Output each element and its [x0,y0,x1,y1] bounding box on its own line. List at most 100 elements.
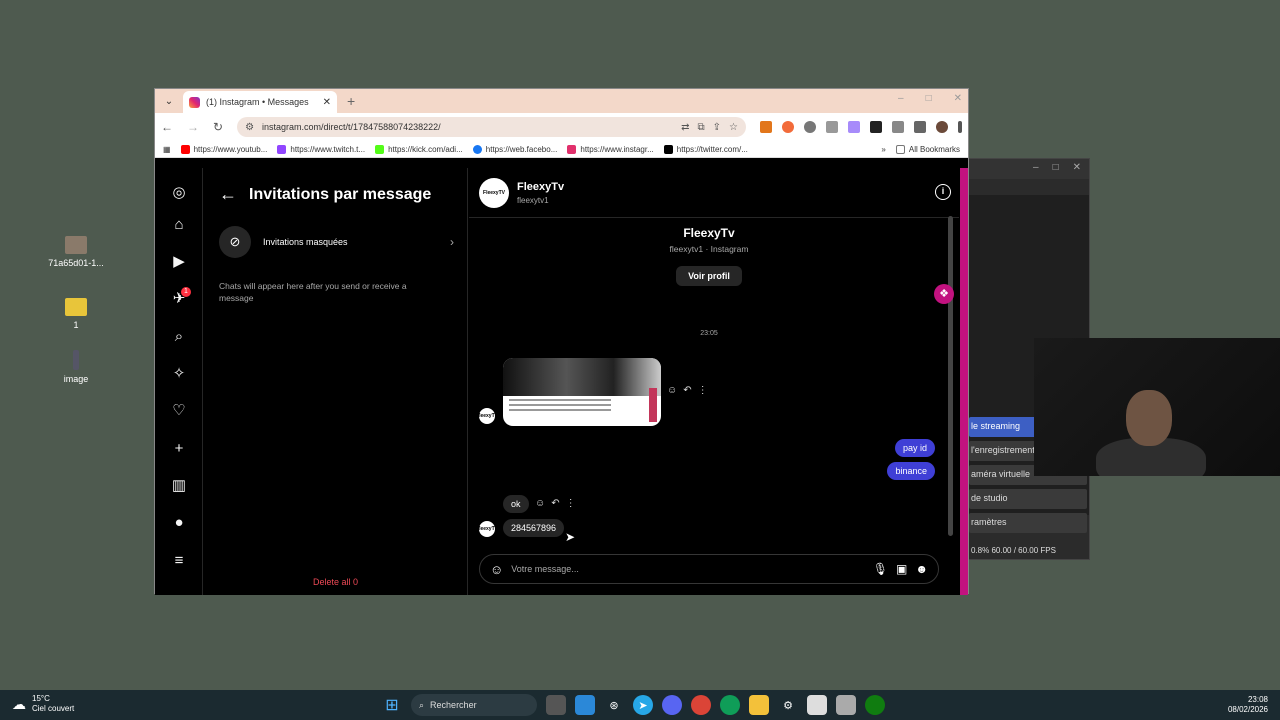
reply-icon[interactable]: ↶ [551,498,559,509]
image-upload-icon[interactable]: ▣ [896,562,907,576]
extension-icon[interactable] [782,121,794,133]
incoming-message[interactable]: 284567896 [503,519,565,537]
close-tab-icon[interactable]: ✕ [323,97,331,108]
task-view-icon[interactable] [546,695,566,715]
store-icon[interactable] [807,695,827,715]
tab-instagram[interactable]: (1) Instagram • Messages ✕ [183,91,337,113]
bookmark-youtube[interactable]: https://www.youtub... [180,144,267,154]
discord-icon[interactable] [662,695,682,715]
forward-icon[interactable]: → [187,120,199,134]
extension-icon[interactable] [870,121,882,133]
profile-avatar[interactable]: ● [169,512,189,532]
tab-strip-icon[interactable] [914,121,926,133]
desktop-icon-photo[interactable]: 71a65d01-1... [46,236,106,268]
back-arrow-icon[interactable]: ← [219,184,237,205]
share-icon[interactable]: ⇪ [713,122,721,133]
metamask-extension-icon[interactable] [760,121,772,133]
bookmark-kick[interactable]: https://kick.com/adi... [375,144,463,154]
file-explorer-icon[interactable] [749,695,769,715]
translate-icon[interactable]: ⇄ [681,122,689,133]
maximize-icon[interactable]: □ [1053,162,1059,176]
weather-widget[interactable]: ☁ 15°C Ciel couvert [12,694,74,714]
close-icon[interactable]: ✕ [954,93,962,104]
minimize-icon[interactable]: – [898,93,904,104]
more-bookmarks-icon[interactable]: » [881,145,885,154]
settings-icon[interactable]: ⚙ [778,695,798,715]
bookmark-twitch[interactable]: https://www.twitch.t... [277,144,365,154]
outgoing-message[interactable]: binance [887,462,935,480]
hidden-requests-row[interactable]: ⊘ Invitations masquées › [219,226,454,258]
delete-all-button[interactable]: Delete all 0 [203,577,468,587]
close-icon[interactable]: ✕ [1073,162,1081,176]
home-icon[interactable]: ⌂ [169,214,189,234]
floating-extension-icon[interactable]: ❖ [934,284,954,304]
bookmark-twitter[interactable]: https://twitter.com/... [663,144,748,154]
avatar[interactable]: FleexyTV [479,178,509,208]
create-icon[interactable]: + [169,438,189,458]
reply-icon[interactable]: ↶ [683,385,691,396]
chatgpt-icon[interactable]: ⊛ [604,695,624,715]
chrome-icon[interactable] [691,695,711,715]
obs-studio-mode-button[interactable]: de studio [969,489,1087,509]
puzzle-icon[interactable] [892,121,904,133]
obs-settings-button[interactable]: ramètres [969,513,1087,533]
dashboard-icon[interactable]: ▥ [169,475,189,495]
taskbar-search[interactable]: ⌕ Rechercher [411,694,537,716]
maximize-icon[interactable]: □ [926,93,932,104]
xbox-icon[interactable] [865,695,885,715]
view-profile-button[interactable]: Voir profil [676,266,742,286]
message-composer[interactable]: ☺ Votre message... 🎙 ▣ ☻ [479,554,939,584]
extension-icon[interactable] [804,121,816,133]
heart-icon[interactable]: ♡ [169,400,189,420]
message-input[interactable]: Votre message... [511,564,865,574]
notepad-icon[interactable] [575,695,595,715]
more-options-icon[interactable]: ⋮ [698,385,708,396]
tab-search-button[interactable]: ⌄ [159,91,179,111]
desktop-icon-folder[interactable]: 1 [46,298,106,330]
site-info-icon[interactable]: ⚙ [245,122,254,133]
kick-icon [375,144,385,154]
all-bookmarks[interactable]: All Bookmarks [895,144,960,154]
microphone-icon[interactable]: 🎙 [873,562,888,576]
bookmark-star-icon[interactable]: ☆ [729,122,738,133]
search-icon[interactable]: ⌕ [169,326,189,346]
apps-grid-icon[interactable]: ▦ [163,145,171,154]
telegram-icon[interactable]: ➤ [633,695,653,715]
more-menu-icon[interactable] [958,121,962,133]
omnibox[interactable]: ⚙ instagram.com/direct/t/178475880742382… [237,117,746,137]
system-clock[interactable]: 23:08 08/02/2026 [1228,695,1268,715]
reels-icon[interactable]: ▶ [169,251,189,271]
instagram-logo-icon[interactable]: ◎ [169,182,189,202]
extension-icon[interactable] [848,121,860,133]
chrome-icon[interactable] [720,695,740,715]
react-emoji-icon[interactable]: ☺ [535,498,545,509]
desktop-icon-label: image [63,374,89,384]
image-preview [503,358,661,396]
windows-start-icon[interactable]: ⊞ [382,695,402,715]
scrollbar[interactable] [948,216,953,536]
menu-icon[interactable]: ≡ [169,550,189,570]
back-icon[interactable]: ← [161,120,173,134]
new-tab-button[interactable]: + [347,93,355,109]
explore-icon[interactable]: ✧ [169,363,189,383]
bookmark-facebook[interactable]: https://web.facebo... [472,144,557,154]
minimize-icon[interactable]: – [1033,162,1039,176]
reload-icon[interactable]: ↻ [213,120,223,134]
image-message[interactable] [503,358,661,426]
install-icon[interactable]: ⧉ [698,122,705,133]
emoji-icon[interactable]: ☺ [490,562,503,577]
calculator-icon[interactable] [836,695,856,715]
outgoing-message[interactable]: pay id [894,439,935,457]
react-emoji-icon[interactable]: ☺ [667,385,677,396]
x-icon [663,144,673,154]
profile-avatar[interactable] [936,121,948,133]
bookmark-instagram[interactable]: https://www.instagr... [567,144,654,154]
extension-icon[interactable] [826,121,838,133]
incoming-message[interactable]: ok [503,495,529,513]
more-options-icon[interactable]: ⋮ [566,498,576,509]
desktop-icon-image[interactable]: image [46,350,106,384]
info-icon[interactable]: i [935,184,951,200]
image-preview-accent [649,388,657,422]
sticker-icon[interactable]: ☻ [915,562,928,576]
chat-name[interactable]: FleexyTv [517,181,564,193]
